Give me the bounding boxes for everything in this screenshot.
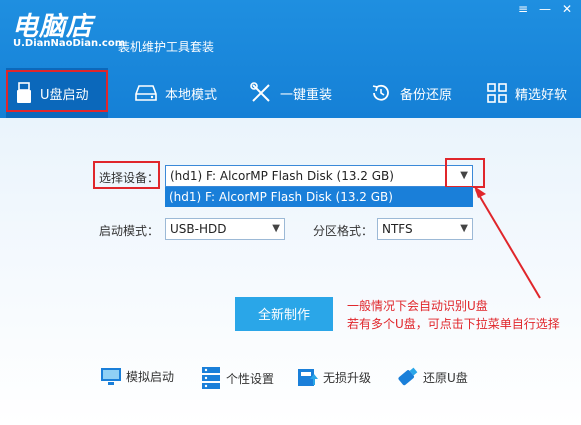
tool-restore-usb-label: 还原U盘 xyxy=(423,370,468,385)
tool-lossless-upgrade-label: 无损升级 xyxy=(323,370,372,385)
server-icon xyxy=(202,367,220,389)
tool-lossless-upgrade[interactable]: 无损升级 xyxy=(297,366,371,388)
tool-simulate-boot-label: 模拟启动 xyxy=(126,369,175,384)
upgrade-icon xyxy=(298,369,318,386)
create-new-button[interactable]: 全新制作 xyxy=(235,297,333,331)
annotation-line-2: 若有多个U盘，可点击下拉菜单自行选择 xyxy=(347,317,560,331)
tool-restore-usb[interactable]: 还原U盘 xyxy=(395,366,468,388)
tool-personal-settings[interactable]: 个性设置 xyxy=(200,366,274,390)
annotation-arrow xyxy=(474,186,541,299)
annotation-line-1: 一般情况下会自动识别U盘 xyxy=(347,299,488,313)
tool-personal-settings-label: 个性设置 xyxy=(226,371,275,386)
tool-simulate-boot[interactable]: 模拟启动 xyxy=(100,366,174,386)
monitor-icon xyxy=(101,368,121,385)
usb-stick-icon xyxy=(398,367,418,386)
